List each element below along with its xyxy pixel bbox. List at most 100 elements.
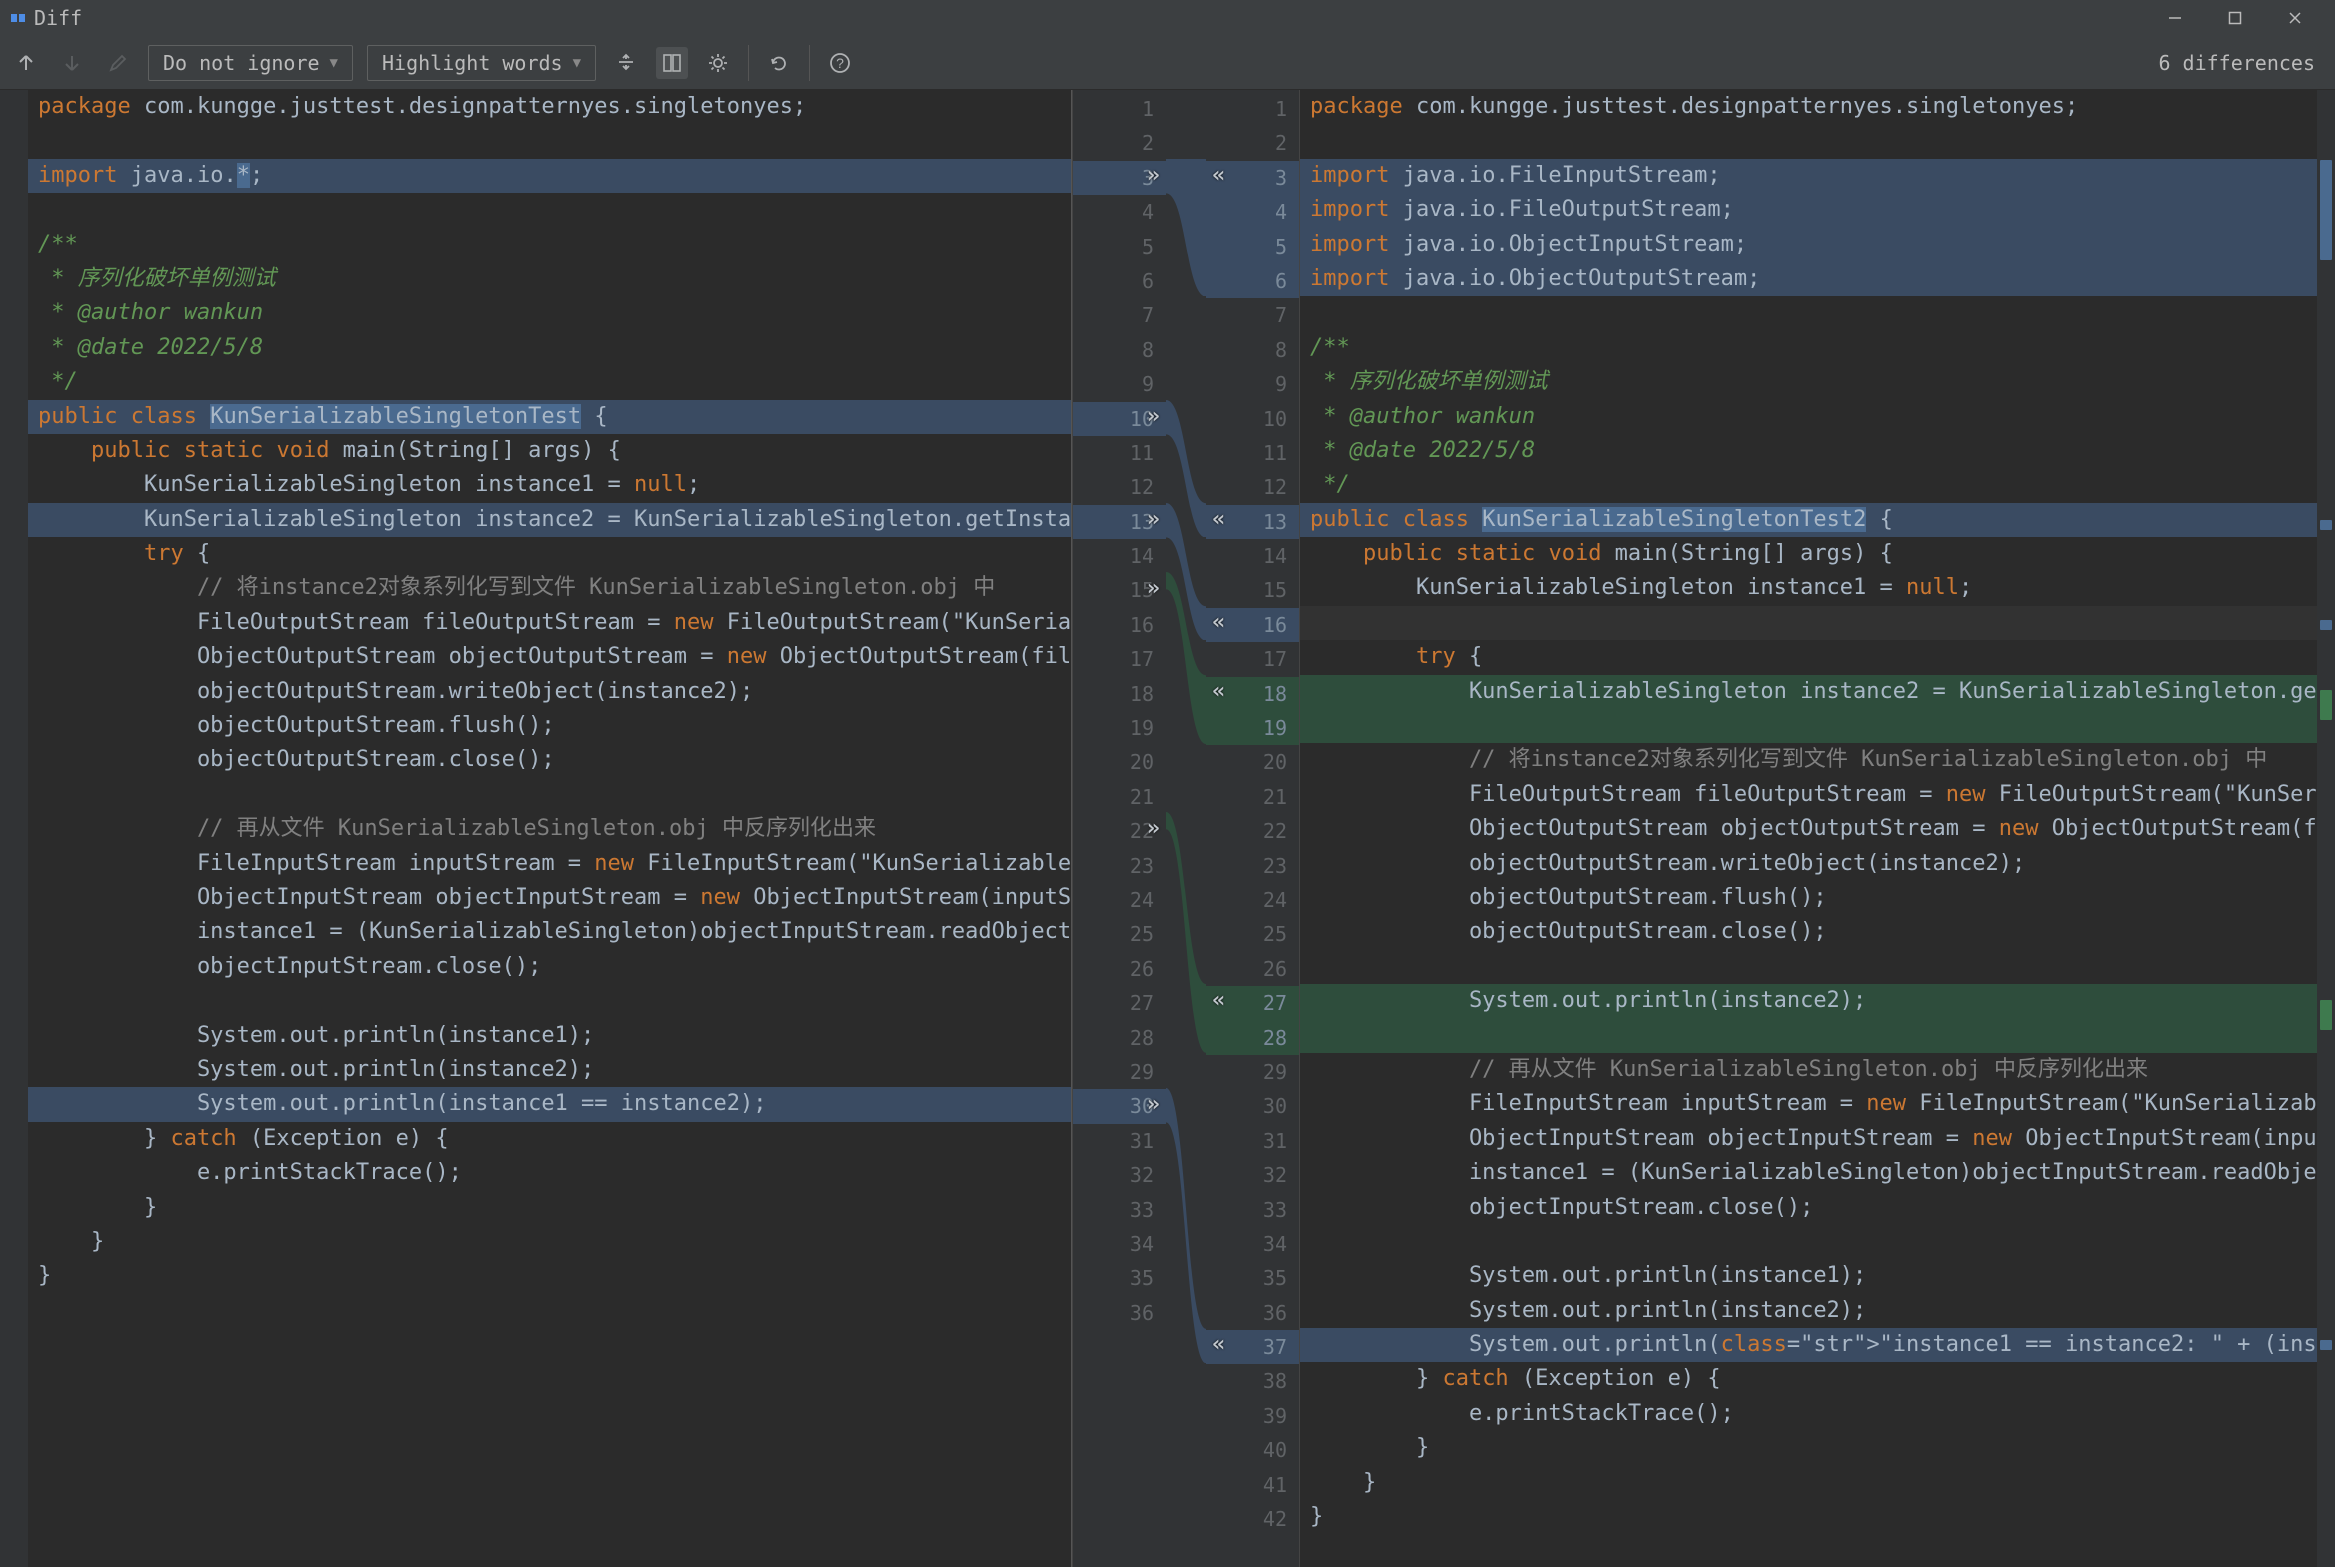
code-line[interactable]: * @author wankun: [28, 296, 1071, 330]
code-line[interactable]: ObjectInputStream objectInputStream = ne…: [1300, 1122, 2317, 1156]
code-line[interactable]: [1300, 1225, 2317, 1259]
line-number[interactable]: 33: [1073, 1193, 1166, 1227]
line-number[interactable]: 8: [1073, 333, 1166, 367]
code-line[interactable]: FileInputStream inputStream = new FileIn…: [1300, 1087, 2317, 1121]
line-number[interactable]: 34: [1073, 1227, 1166, 1261]
close-button[interactable]: [2265, 0, 2325, 36]
error-stripe-marker[interactable]: [2320, 1340, 2332, 1350]
line-number[interactable]: 42: [1206, 1502, 1299, 1536]
code-line[interactable]: KunSerializableSingleton instance2 = Kun…: [1300, 675, 2317, 709]
code-line[interactable]: // 再从文件 KunSerializableSingleton.obj 中反序…: [28, 812, 1071, 846]
line-number[interactable]: 17: [1206, 642, 1299, 676]
accept-change-icon[interactable]: »: [1147, 1092, 1160, 1117]
settings-button[interactable]: [702, 47, 734, 79]
accept-change-icon[interactable]: »: [1147, 404, 1160, 429]
edit-button[interactable]: [102, 47, 134, 79]
line-number[interactable]: 26: [1073, 952, 1166, 986]
code-line[interactable]: * @date 2022/5/8: [1300, 434, 2317, 468]
line-number[interactable]: 6: [1073, 264, 1166, 298]
line-number[interactable]: 30: [1206, 1089, 1299, 1123]
code-line[interactable]: } catch (Exception e) {: [28, 1122, 1071, 1156]
accept-change-icon[interactable]: «: [1212, 610, 1225, 635]
line-number[interactable]: 17: [1073, 642, 1166, 676]
line-number[interactable]: 4: [1206, 195, 1299, 229]
code-line[interactable]: package com.kungge.justtest.designpatter…: [1300, 90, 2317, 124]
accept-change-icon[interactable]: »: [1147, 507, 1160, 532]
ignore-combo[interactable]: Do not ignore ▼: [148, 45, 353, 81]
code-line[interactable]: }: [1300, 1500, 2317, 1534]
line-number[interactable]: 1: [1073, 92, 1166, 126]
code-line[interactable]: FileOutputStream fileOutputStream = new …: [1300, 778, 2317, 812]
code-line[interactable]: objectOutputStream.close();: [28, 743, 1071, 777]
right-code-area[interactable]: package com.kungge.justtest.designpatter…: [1300, 90, 2317, 1567]
code-line[interactable]: System.out.println(instance2);: [1300, 984, 2317, 1018]
line-number[interactable]: 33: [1206, 1193, 1299, 1227]
accept-change-icon[interactable]: »: [1147, 816, 1160, 841]
line-number[interactable]: 18: [1073, 677, 1166, 711]
code-line[interactable]: // 将instance2对象系列化写到文件 KunSerializableSi…: [28, 571, 1071, 605]
next-diff-button[interactable]: [56, 47, 88, 79]
right-marker-strip[interactable]: [2317, 90, 2335, 1567]
code-line[interactable]: public static void main(String[] args) {: [1300, 537, 2317, 571]
code-line[interactable]: ObjectInputStream objectInputStream = ne…: [28, 881, 1071, 915]
code-line[interactable]: ObjectOutputStream objectOutputStream = …: [1300, 812, 2317, 846]
code-line[interactable]: KunSerializableSingleton instance1 = nul…: [28, 468, 1071, 502]
code-line[interactable]: import java.io.ObjectInputStream;: [1300, 228, 2317, 262]
line-number[interactable]: 16: [1073, 608, 1166, 642]
line-number[interactable]: 24: [1206, 883, 1299, 917]
accept-change-icon[interactable]: «: [1212, 163, 1225, 188]
code-line[interactable]: objectOutputStream.flush();: [28, 709, 1071, 743]
line-number[interactable]: 32: [1206, 1158, 1299, 1192]
highlight-combo[interactable]: Highlight words ▼: [367, 45, 596, 81]
line-number[interactable]: 23: [1206, 849, 1299, 883]
error-stripe-marker[interactable]: [2320, 520, 2332, 530]
line-number[interactable]: 9: [1206, 367, 1299, 401]
code-line[interactable]: [1300, 296, 2317, 330]
code-line[interactable]: * 序列化破坏单例测试: [1300, 365, 2317, 399]
accept-change-icon[interactable]: »: [1147, 576, 1160, 601]
line-number[interactable]: 9: [1073, 367, 1166, 401]
line-number[interactable]: 32: [1073, 1158, 1166, 1192]
code-line[interactable]: try {: [28, 537, 1071, 571]
code-line[interactable]: [28, 1294, 1071, 1328]
line-number[interactable]: 14: [1206, 539, 1299, 573]
code-line[interactable]: System.out.println(instance1);: [28, 1019, 1071, 1053]
code-line[interactable]: [28, 778, 1071, 812]
line-number[interactable]: 2: [1073, 126, 1166, 160]
accept-change-icon[interactable]: «: [1212, 988, 1225, 1013]
line-number[interactable]: 39: [1206, 1399, 1299, 1433]
code-line[interactable]: objectOutputStream.flush();: [1300, 881, 2317, 915]
code-line[interactable]: objectInputStream.close();: [1300, 1191, 2317, 1225]
code-line[interactable]: }: [1300, 1431, 2317, 1465]
code-line[interactable]: [28, 124, 1071, 158]
code-line[interactable]: [1300, 606, 2317, 640]
code-line[interactable]: [1300, 950, 2317, 984]
code-line[interactable]: e.printStackTrace();: [28, 1156, 1071, 1190]
line-number[interactable]: 5: [1073, 230, 1166, 264]
right-gutter[interactable]: 1234567891011121314151617181920212223242…: [1206, 90, 1300, 1567]
line-number[interactable]: 25: [1073, 917, 1166, 951]
code-line[interactable]: KunSerializableSingleton instance2 = Kun…: [28, 503, 1071, 537]
code-line[interactable]: System.out.println(class="str">"instance…: [1300, 1328, 2317, 1362]
code-line[interactable]: * @date 2022/5/8: [28, 331, 1071, 365]
code-line[interactable]: objectOutputStream.close();: [1300, 915, 2317, 949]
line-number[interactable]: 34: [1206, 1227, 1299, 1261]
code-line[interactable]: objectInputStream.close();: [28, 950, 1071, 984]
code-line[interactable]: }: [1300, 1466, 2317, 1500]
line-number[interactable]: 6: [1206, 264, 1299, 298]
code-line[interactable]: /**: [28, 228, 1071, 262]
code-line[interactable]: System.out.println(instance2);: [28, 1053, 1071, 1087]
error-stripe-marker[interactable]: [2320, 160, 2332, 260]
line-number[interactable]: 1: [1206, 92, 1299, 126]
accept-change-icon[interactable]: «: [1212, 507, 1225, 532]
code-line[interactable]: System.out.println(instance1);: [1300, 1259, 2317, 1293]
line-number[interactable]: 29: [1206, 1055, 1299, 1089]
code-line[interactable]: * @author wankun: [1300, 400, 2317, 434]
code-line[interactable]: [1300, 1019, 2317, 1053]
code-line[interactable]: e.printStackTrace();: [1300, 1397, 2317, 1431]
code-line[interactable]: [1300, 709, 2317, 743]
code-line[interactable]: */: [1300, 468, 2317, 502]
left-gutter[interactable]: 1234567891011121314151617181920212223242…: [1072, 90, 1166, 1567]
line-number[interactable]: 26: [1206, 952, 1299, 986]
code-line[interactable]: * 序列化破坏单例测试: [28, 262, 1071, 296]
